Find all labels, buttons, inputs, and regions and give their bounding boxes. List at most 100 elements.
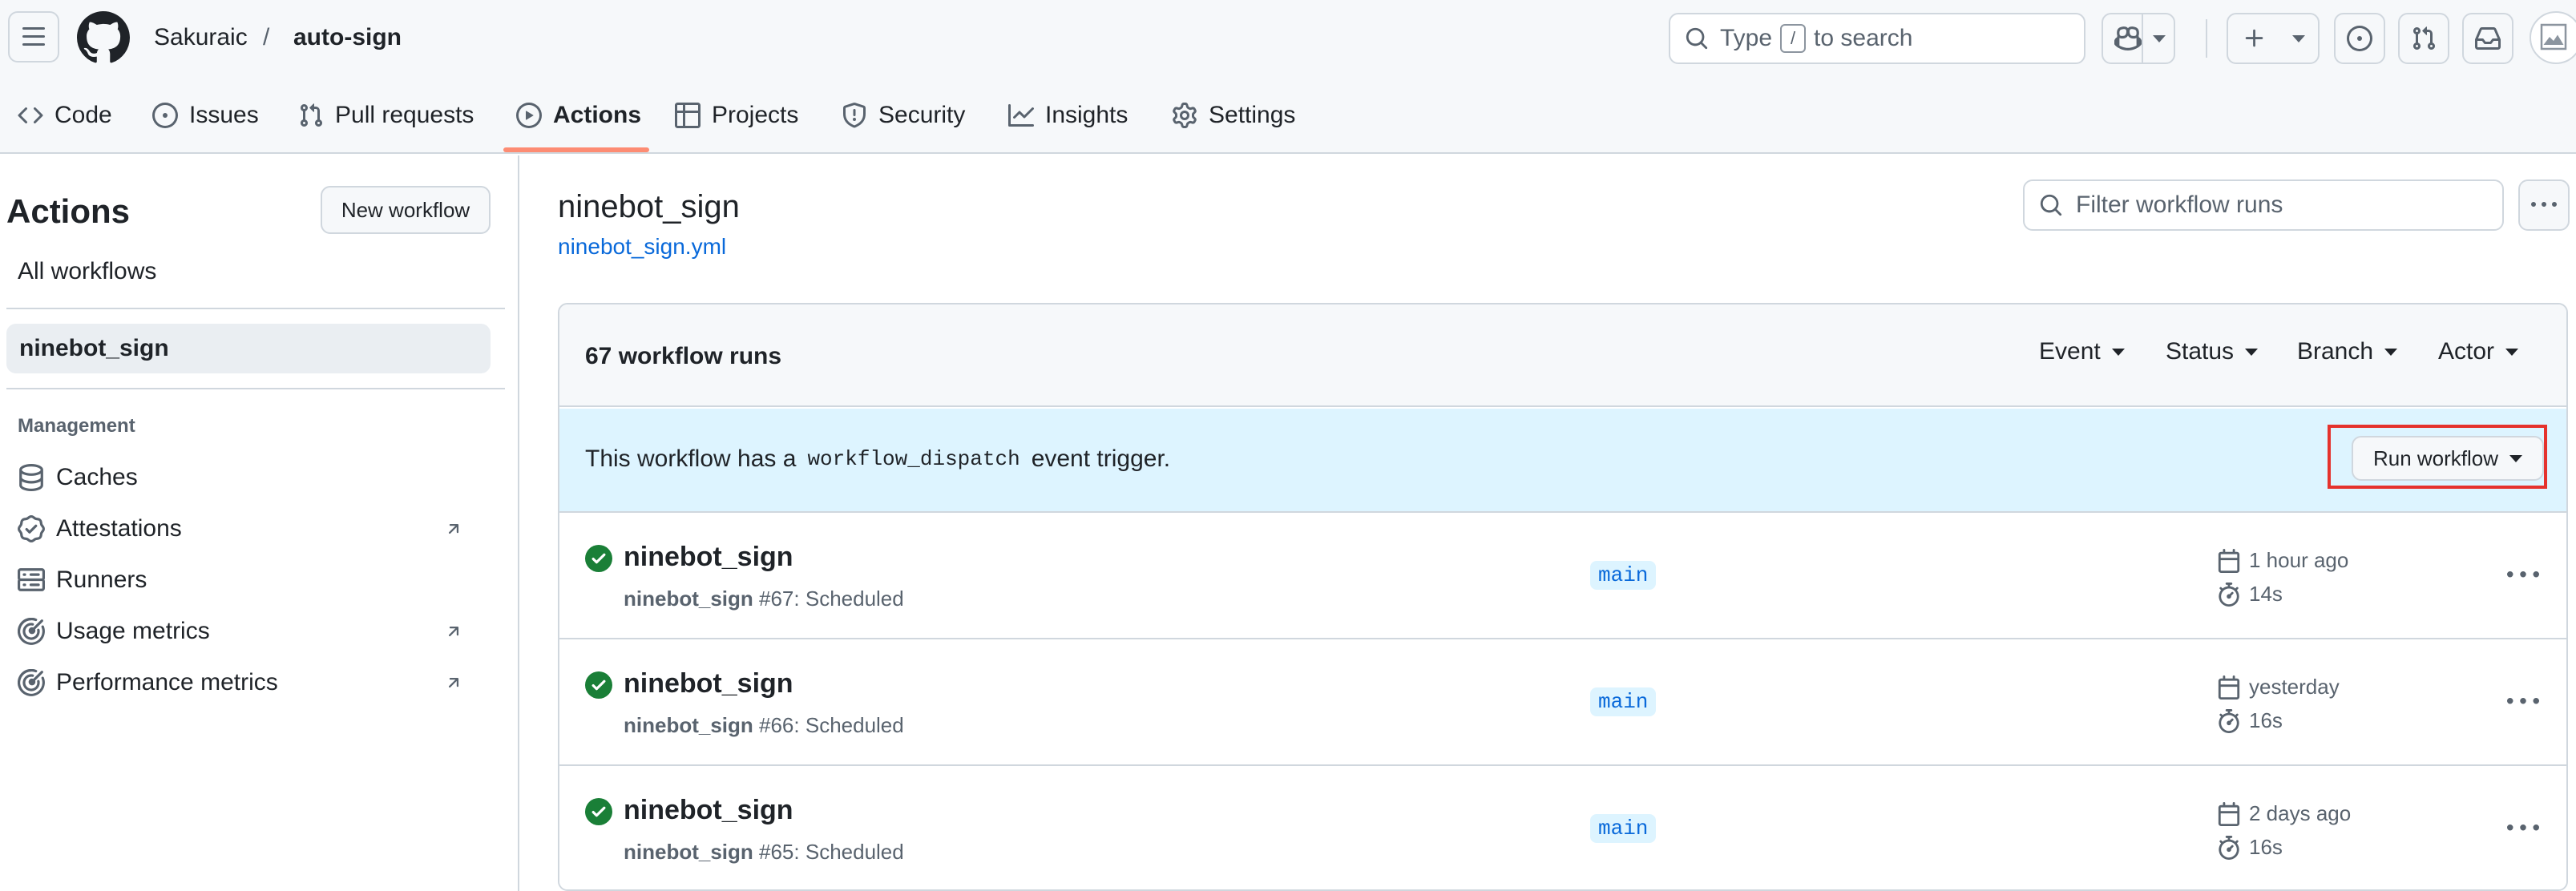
banner-text: This workflow has a workflow_dispatch ev… (585, 446, 1170, 473)
filter-event-dropdown[interactable]: Event (2039, 338, 2125, 365)
create-new-button[interactable] (2227, 13, 2320, 64)
broken-image-icon (2540, 23, 2567, 50)
runs-header: 67 workflow runs Event Status Branch Act… (559, 304, 2566, 407)
play-icon (516, 103, 542, 128)
tab-label: Projects (712, 102, 799, 128)
run-title-link[interactable]: ninebot_sign (624, 542, 793, 573)
arrow-up-right-icon (448, 524, 459, 534)
filter-runs-input[interactable]: Filter workflow runs (2023, 179, 2504, 231)
tab-label: Actions (553, 102, 642, 128)
tab-label: Pull requests (335, 102, 474, 128)
sidebar-divider (518, 155, 519, 891)
workflow-run-row[interactable]: ninebot_sign ninebot_sign #66: Scheduled… (559, 641, 2566, 766)
run-workflow-button[interactable]: Run workflow (2352, 436, 2544, 481)
pull-requests-button[interactable] (2398, 13, 2449, 64)
stopwatch-icon (2219, 835, 2239, 860)
gear-icon (1173, 103, 1197, 128)
tab-insights[interactable]: Insights (1008, 96, 1128, 135)
server-icon (18, 568, 45, 591)
check-circle-fill-icon (585, 798, 612, 825)
filter-status-dropdown[interactable]: Status (2166, 338, 2259, 365)
branch-label[interactable]: main (1590, 561, 1657, 590)
search-suffix-text: to search (1814, 25, 1913, 51)
plus-icon (2245, 29, 2263, 47)
run-workflow-name: ninebot_sign (624, 587, 753, 611)
kebab-horizontal-icon[interactable] (2507, 812, 2539, 845)
tab-label: Security (878, 102, 966, 128)
tab-security[interactable]: Security (842, 96, 965, 135)
filter-branch-dropdown[interactable]: Branch (2297, 338, 2398, 365)
table-icon (675, 103, 701, 128)
tab-label: Insights (1045, 102, 1129, 128)
workflow-file-link[interactable]: ninebot_sign.yml (558, 234, 726, 260)
run-time-text: 2 days ago (2249, 801, 2352, 825)
tab-issues[interactable]: Issues (152, 96, 259, 135)
new-workflow-button[interactable]: New workflow (321, 186, 491, 234)
workflow-run-row[interactable]: ninebot_sign ninebot_sign #67: Scheduled… (559, 514, 2566, 639)
tab-settings[interactable]: Settings (1172, 96, 1295, 135)
workflow-runs-panel: 67 workflow runs Event Status Branch Act… (558, 303, 2568, 891)
header-divider (2206, 19, 2207, 58)
tab-actions[interactable]: Actions (516, 96, 641, 135)
repo-owner-link[interactable]: Sakuraic (154, 24, 248, 51)
runs-count: 67 workflow runs (585, 343, 782, 369)
code-icon (18, 107, 43, 124)
kebab-horizontal-icon[interactable] (2507, 559, 2539, 591)
run-title-link[interactable]: ninebot_sign (624, 795, 793, 826)
tab-label: Code (55, 102, 112, 128)
sidebar-item-performance-metrics[interactable]: Performance metrics (18, 663, 482, 702)
run-event: : Scheduled (793, 713, 904, 737)
arrow-up-right-icon (448, 678, 459, 688)
git-pull-request-icon (300, 103, 323, 127)
sidebar-item-attestations[interactable]: Attestations (18, 510, 482, 548)
user-avatar[interactable] (2530, 11, 2576, 64)
all-workflows-link[interactable]: All workflows (18, 258, 156, 285)
sidebar-item-usage-metrics[interactable]: Usage metrics (18, 612, 482, 651)
sidebar-separator (6, 308, 505, 309)
run-duration-text: 16s (2249, 835, 2283, 859)
sidebar-item-runners[interactable]: Runners (18, 561, 482, 599)
arrow-up-right-icon (448, 627, 459, 637)
tab-code[interactable]: Code (18, 96, 112, 135)
meter-icon (18, 618, 45, 645)
graph-icon (1008, 104, 1034, 127)
tab-label: Issues (189, 102, 259, 128)
check-circle-fill-icon (585, 671, 612, 699)
hamburger-menu-button[interactable] (8, 11, 59, 62)
run-workflow-name: ninebot_sign (624, 713, 753, 737)
management-heading: Management (18, 415, 135, 437)
run-time-text: yesterday (2249, 675, 2340, 699)
chevron-down-icon (2111, 348, 2125, 356)
inbox-button[interactable] (2462, 13, 2513, 64)
tab-projects[interactable]: Projects (675, 96, 798, 135)
run-event: : Scheduled (793, 587, 904, 611)
sidebar-item-label: Caches (56, 464, 138, 490)
stopwatch-icon (2219, 708, 2239, 733)
global-search-input[interactable]: Type / to search (1669, 13, 2085, 64)
kebab-horizontal-icon[interactable] (2507, 686, 2539, 718)
run-time: yesterday (2217, 675, 2340, 699)
copilot-button[interactable] (2102, 13, 2175, 64)
repo-name-link[interactable]: auto-sign (293, 24, 402, 51)
github-logo[interactable] (77, 11, 130, 64)
workflow-more-options-button[interactable] (2518, 179, 2570, 231)
run-subtitle: ninebot_sign #67: Scheduled (624, 587, 904, 611)
branch-label[interactable]: main (1590, 687, 1657, 716)
run-event: : Scheduled (793, 840, 904, 864)
run-title-link[interactable]: ninebot_sign (624, 668, 793, 699)
workflow-run-row[interactable]: ninebot_sign ninebot_sign #65: Scheduled… (559, 768, 2566, 889)
calendar-icon (2218, 548, 2240, 573)
tab-pull-requests[interactable]: Pull requests (298, 96, 474, 135)
filter-actor-dropdown[interactable]: Actor (2438, 338, 2519, 365)
filter-label: Status (2166, 338, 2235, 365)
sidebar-item-label: Usage metrics (56, 618, 210, 644)
chevron-down-icon (2245, 348, 2259, 356)
sidebar-item-label: Attestations (56, 515, 182, 542)
chevron-down-icon (2509, 454, 2523, 462)
search-icon (2040, 194, 2062, 216)
check-circle-fill-icon (585, 545, 612, 572)
branch-label[interactable]: main (1590, 814, 1657, 843)
inbox-icon (2475, 27, 2501, 50)
issues-button[interactable] (2334, 13, 2385, 64)
sidebar-item-caches[interactable]: Caches (18, 458, 482, 497)
